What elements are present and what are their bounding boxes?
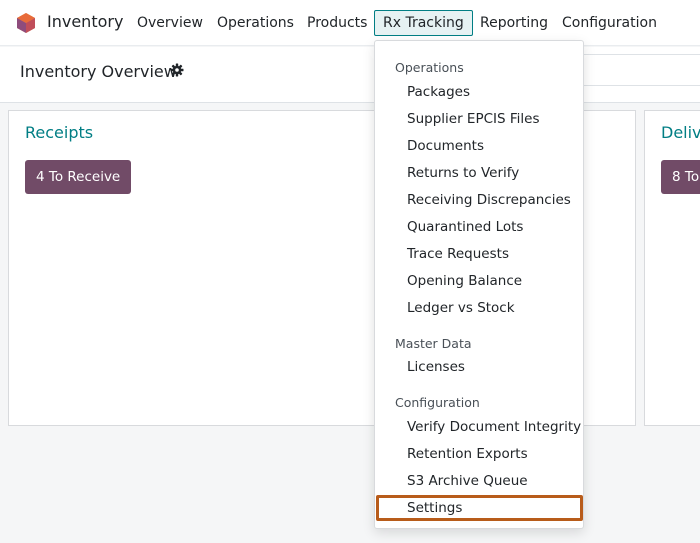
- nav-configuration[interactable]: Configuration: [562, 15, 657, 31]
- page-title: Inventory Overview: [20, 62, 177, 81]
- nav-products[interactable]: Products: [307, 15, 367, 31]
- menu-item-opening-balance[interactable]: Opening Balance: [407, 273, 522, 289]
- menu-item-verify-document-integrity[interactable]: Verify Document Integrity: [407, 419, 581, 435]
- dropdown-header-master-data: Master Data: [395, 336, 472, 351]
- menu-item-packages[interactable]: Packages: [407, 84, 470, 100]
- to-deliver-button[interactable]: 8 To: [661, 160, 700, 194]
- menu-item-retention-exports[interactable]: Retention Exports: [407, 446, 528, 462]
- menu-item-supplier-epcis-files[interactable]: Supplier EPCIS Files: [407, 111, 539, 127]
- dropdown-header-configuration: Configuration: [395, 395, 480, 410]
- to-receive-button[interactable]: 4 To Receive: [25, 160, 132, 194]
- menu-item-trace-requests[interactable]: Trace Requests: [407, 246, 509, 262]
- card-title-deliveries[interactable]: Delive: [661, 123, 700, 142]
- card-title-receipts[interactable]: Receipts: [25, 123, 93, 142]
- top-navbar: Inventory Overview Operations Products R…: [0, 0, 700, 46]
- gear-icon[interactable]: [170, 63, 184, 77]
- menu-item-returns-to-verify[interactable]: Returns to Verify: [407, 165, 519, 181]
- rx-tracking-dropdown: Operations Packages Supplier EPCIS Files…: [374, 40, 584, 529]
- menu-item-licenses[interactable]: Licenses: [407, 359, 465, 375]
- control-panel: Inventory Overview: [0, 47, 700, 103]
- app-name[interactable]: Inventory: [47, 12, 123, 31]
- nav-overview[interactable]: Overview: [137, 15, 203, 31]
- menu-item-settings[interactable]: Settings: [407, 500, 462, 516]
- menu-item-quarantined-lots[interactable]: Quarantined Lots: [407, 219, 523, 235]
- inventory-cube-icon[interactable]: [16, 12, 36, 34]
- menu-item-documents[interactable]: Documents: [407, 138, 484, 154]
- menu-item-receiving-discrepancies[interactable]: Receiving Discrepancies: [407, 192, 571, 208]
- nav-operations[interactable]: Operations: [217, 15, 294, 31]
- nav-reporting[interactable]: Reporting: [480, 15, 548, 31]
- menu-item-s3-archive-queue[interactable]: S3 Archive Queue: [407, 473, 528, 489]
- deliveries-card: Delive 8 To: [644, 110, 700, 426]
- menu-item-ledger-vs-stock[interactable]: Ledger vs Stock: [407, 300, 515, 316]
- dropdown-header-operations: Operations: [395, 60, 464, 75]
- search-input[interactable]: [580, 54, 700, 86]
- nav-rx-tracking[interactable]: Rx Tracking: [374, 10, 473, 36]
